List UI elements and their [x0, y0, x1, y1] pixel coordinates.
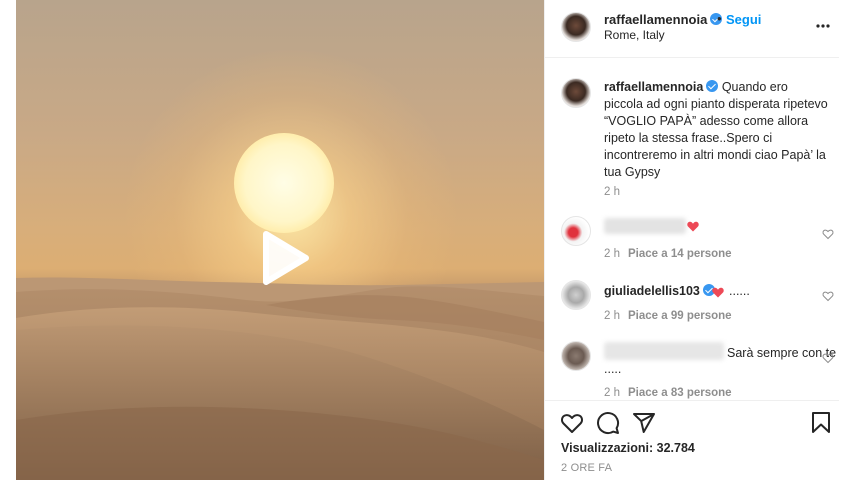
comment-text-continued: .....	[604, 362, 622, 376]
share-icon[interactable]	[632, 411, 656, 435]
verified-icon	[706, 80, 719, 92]
post-frame: raffaellamennoia • Segui Rome, Italy raf…	[16, 0, 839, 480]
comment-text: ......	[729, 284, 750, 298]
heart-emoji-icon	[687, 221, 699, 232]
author-username[interactable]: raffaellamennoia	[604, 12, 723, 27]
play-icon[interactable]	[252, 228, 312, 288]
comment-username[interactable]: giuliadelellis103	[604, 284, 715, 298]
caption-time[interactable]: 2 h	[604, 186, 620, 198]
comment-meta: 2 h Piace a 99 persone	[604, 310, 732, 322]
comment-time[interactable]: 2 h	[604, 387, 620, 399]
comment-avatar[interactable]	[561, 216, 591, 246]
heart-icon[interactable]	[822, 352, 834, 364]
comment-time[interactable]: 2 h	[604, 310, 620, 322]
post-side-panel: raffaellamennoia • Segui Rome, Italy raf…	[544, 0, 839, 480]
post-video[interactable]	[16, 0, 544, 480]
comments-scroll-area[interactable]: raffaellamennoia Quando ero piccola ad o…	[545, 58, 839, 400]
comment-avatar[interactable]	[561, 280, 591, 310]
comment-likes[interactable]: Piace a 99 persone	[628, 310, 732, 322]
post-actions: Visualizzazioni: 32.784 2 ORE FA	[545, 400, 839, 480]
more-horizontal-icon[interactable]	[815, 18, 831, 34]
heart-icon[interactable]	[822, 290, 834, 302]
post-caption: raffaellamennoia Quando ero piccola ad o…	[604, 79, 829, 181]
comment-meta: 2 h Piace a 14 persone	[604, 248, 732, 260]
follow-button[interactable]: Segui	[726, 12, 761, 27]
heart-icon[interactable]	[822, 228, 834, 240]
post-header: raffaellamennoia • Segui Rome, Italy	[545, 0, 839, 58]
comment-meta: 2 h Piace a 83 persone	[604, 387, 732, 399]
views-count[interactable]: Visualizzazioni: 32.784	[561, 441, 695, 455]
heart-emoji-icon	[712, 287, 724, 298]
blurred-username	[604, 342, 724, 360]
caption-text: Quando ero piccola ad ogni pianto disper…	[604, 80, 828, 179]
bookmark-icon[interactable]	[809, 411, 833, 435]
separator-dot: •	[717, 11, 722, 26]
post-location[interactable]: Rome, Italy	[604, 28, 665, 42]
comment-likes[interactable]: Piace a 83 persone	[628, 387, 732, 399]
heart-icon[interactable]	[560, 411, 584, 435]
blurred-username	[604, 218, 686, 234]
caption-author[interactable]: raffaellamennoia	[604, 80, 703, 94]
comment-likes[interactable]: Piace a 14 persone	[628, 248, 732, 260]
comment-time[interactable]: 2 h	[604, 248, 620, 260]
comment-text: Sarà sempre con te	[727, 346, 837, 360]
comment-icon[interactable]	[596, 411, 620, 435]
post-timestamp[interactable]: 2 ORE FA	[561, 462, 612, 474]
author-avatar[interactable]	[561, 12, 591, 42]
caption-author-avatar[interactable]	[561, 78, 591, 108]
comment-avatar[interactable]	[561, 341, 591, 371]
